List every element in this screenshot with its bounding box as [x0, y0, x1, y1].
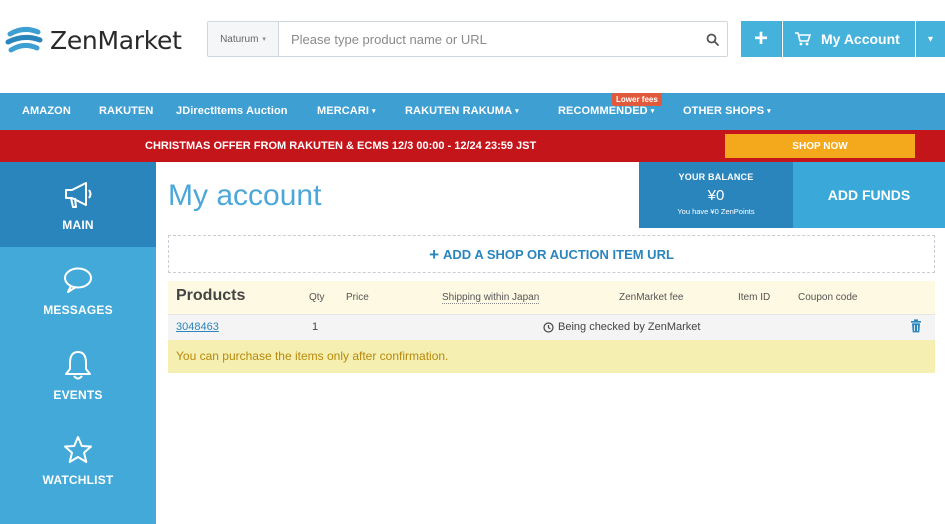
status-label: Being checked by ZenMarket	[558, 321, 701, 333]
nav-item-rakuten-rakuma[interactable]: RAKUTEN RAKUMA ▾	[405, 105, 519, 117]
add-item-url-label: ADD A SHOP OR AUCTION ITEM URL	[443, 246, 674, 262]
my-account-label: My Account	[821, 31, 900, 47]
balance-label: YOUR BALANCE	[678, 172, 754, 182]
trash-icon	[911, 319, 921, 333]
plus-icon: +	[429, 244, 440, 264]
nav-item-jdirectitems-auction[interactable]: JDirectItems Auction	[176, 105, 288, 117]
nav-item-label: JDirectItems Auction	[176, 105, 288, 117]
search-button[interactable]	[697, 22, 727, 56]
promo-text: CHRISTMAS OFFER FROM RAKUTEN & ECMS 12/3…	[145, 140, 537, 152]
balance-panel: YOUR BALANCE ¥0 You have ¥0 ZenPoints	[639, 162, 793, 228]
page-title: My account	[168, 179, 322, 212]
column-price: Price	[346, 292, 369, 303]
main-nav: AMAZON RAKUTEN JDirectItems Auction MERC…	[0, 93, 945, 130]
sidebar-item-label: MAIN	[62, 217, 94, 232]
chevron-down-icon: ▾	[372, 108, 376, 115]
logo[interactable]: ZenMarket	[4, 20, 182, 60]
column-coupon-code: Coupon code	[798, 292, 858, 303]
column-qty: Qty	[309, 292, 325, 303]
zenmarket-logo-icon	[5, 22, 43, 58]
column-zenmarket-fee: ZenMarket fee	[619, 292, 684, 303]
add-item-url-button[interactable]: + ADD A SHOP OR AUCTION ITEM URL	[168, 235, 935, 273]
nav-item-label: RAKUTEN	[99, 105, 154, 117]
bell-icon	[65, 350, 91, 379]
chevron-down-icon: ▾	[262, 36, 266, 43]
speech-bubble-icon	[64, 267, 92, 293]
header: ZenMarket Naturum ▾ + My Account ▾	[0, 0, 945, 93]
plus-icon: +	[753, 25, 768, 52]
sidebar-item-label: EVENTS	[53, 387, 103, 402]
nav-item-label: RAKUTEN RAKUMA	[405, 105, 513, 117]
sidebar-item-label: WATCHLIST	[42, 472, 114, 487]
search-icon	[706, 33, 719, 46]
search-input[interactable]	[279, 22, 697, 56]
add-funds-button[interactable]: ADD FUNDS	[793, 162, 945, 228]
qty-value: 1	[312, 321, 319, 333]
sidebar: MAIN MESSAGES EVENTS WATCHLIST	[0, 162, 156, 524]
nav-item-label: RECOMMENDED	[558, 105, 648, 117]
nav-item-label: MERCARI	[317, 105, 370, 117]
sidebar-item-watchlist[interactable]: WATCHLIST	[0, 417, 156, 502]
star-icon	[64, 435, 92, 463]
sidebar-item-label: MESSAGES	[43, 302, 113, 317]
chevron-down-icon: ▾	[650, 108, 655, 115]
zenpoints-text: You have ¥0 ZenPoints	[677, 207, 755, 216]
nav-item-label: AMAZON	[22, 105, 71, 117]
sidebar-item-main[interactable]: MAIN	[0, 162, 156, 247]
promo-banner: CHRISTMAS OFFER FROM RAKUTEN & ECMS 12/3…	[0, 130, 945, 162]
nav-item-amazon[interactable]: AMAZON	[22, 105, 71, 117]
column-item-id: Item ID	[738, 292, 771, 303]
nav-item-other-shops[interactable]: OTHER SHOPS ▾	[683, 105, 771, 117]
nav-item-label: OTHER SHOPS	[683, 105, 765, 117]
megaphone-icon	[65, 181, 92, 208]
status-text: Being checked by ZenMarket	[543, 321, 700, 333]
chevron-down-icon: ▾	[927, 33, 934, 45]
clock-icon	[543, 321, 554, 333]
sidebar-item-messages[interactable]: MESSAGES	[0, 247, 156, 332]
confirmation-notice: You can purchase the items only after co…	[168, 340, 935, 373]
source-select-value: Naturum	[220, 33, 259, 45]
column-shipping[interactable]: Shipping within Japan	[442, 292, 540, 304]
product-link[interactable]: 3048463	[176, 321, 219, 333]
cart-icon	[795, 32, 811, 46]
chevron-down-icon: ▾	[767, 108, 771, 115]
delete-button[interactable]	[910, 319, 922, 336]
nav-item-mercari[interactable]: MERCARI ▾	[317, 105, 376, 117]
shop-now-button[interactable]: SHOP NOW	[725, 134, 915, 158]
account-dropdown-toggle[interactable]: ▾	[916, 21, 945, 57]
source-select[interactable]: Naturum ▾	[208, 22, 279, 56]
brand-name: ZenMarket	[50, 25, 182, 55]
my-account-button[interactable]: My Account	[783, 21, 915, 57]
column-products: Products	[176, 287, 246, 304]
nav-item-recommended[interactable]: RECOMMENDED ▾	[558, 105, 654, 117]
sidebar-item-events[interactable]: EVENTS	[0, 332, 156, 417]
add-button[interactable]: +	[741, 21, 782, 57]
table-row: 3048463 1 Being checked by ZenMarket	[168, 314, 935, 340]
search-bar: Naturum ▾	[207, 21, 728, 57]
products-table-header: Products Qty Price Shipping within Japan…	[168, 281, 935, 314]
balance-value: ¥0	[707, 187, 725, 204]
chevron-down-icon: ▾	[515, 108, 519, 115]
nav-item-rakuten[interactable]: RAKUTEN	[99, 105, 153, 117]
